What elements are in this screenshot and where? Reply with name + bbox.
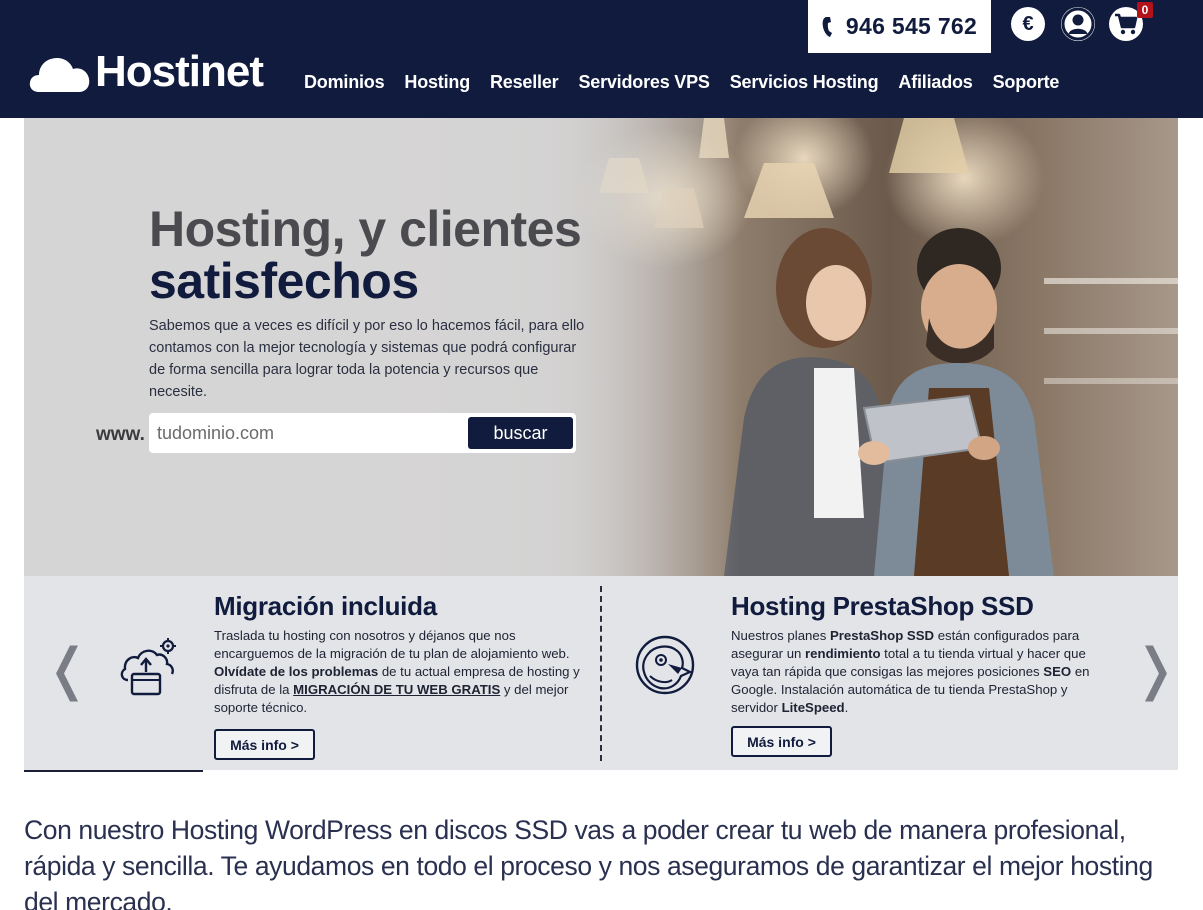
nav-item-dominios[interactable]: Dominios: [304, 72, 385, 93]
cart-icon: [1115, 13, 1138, 35]
feature-body-migracion: Traslada tu hosting con nosotros y déjan…: [214, 627, 586, 717]
logo-text: Hostinet: [95, 47, 264, 96]
carousel-next-arrow-icon[interactable]: ❭: [1132, 642, 1179, 698]
cart-count-badge: 0: [1137, 2, 1153, 18]
hero-description: Sabemos que a veces es difícil y por eso…: [149, 318, 585, 400]
site-header: 946 545 762 € 0 Hostinet Dominios Hostin…: [0, 0, 1203, 118]
body-bold-text: LiteSpeed: [781, 700, 845, 715]
feature-title-prestashop: Hosting PrestaShop SSD: [731, 591, 1034, 621]
phone-contact[interactable]: 946 545 762: [808, 0, 991, 53]
hero-title-line-2: satisfechos: [149, 253, 419, 309]
site-logo[interactable]: Hostinet: [29, 47, 264, 96]
feature-title-migracion: Migración incluida: [214, 591, 437, 621]
hero-title-line-1: Hosting, y clientes: [149, 201, 582, 257]
nav-item-servidores-vps[interactable]: Servidores VPS: [578, 72, 709, 93]
account-button[interactable]: [1061, 7, 1095, 41]
cloud-logo-icon: [29, 58, 90, 92]
carousel-prev-arrow-icon[interactable]: ❬: [44, 642, 91, 698]
feature-divider: [600, 586, 602, 761]
domain-prefix: www.: [96, 424, 145, 445]
main-nav: Dominios Hosting Reseller Servidores VPS…: [304, 72, 1059, 93]
body-bold-text: SEO: [1043, 664, 1072, 679]
more-info-button-migracion[interactable]: Más info >: [214, 729, 315, 760]
cloud-migration-icon: [120, 638, 176, 696]
user-icon: [1061, 7, 1095, 41]
phone-number: 946 545 762: [845, 13, 978, 39]
puffin-icon: [635, 635, 695, 695]
domain-search-box: buscar: [149, 413, 576, 453]
wordpress-hosting-tagline: Con nuestro Hosting WordPress en discos …: [24, 815, 1153, 910]
search-button[interactable]: buscar: [468, 417, 573, 449]
body-text: Nuestros planes: [731, 628, 830, 643]
nav-item-afiliados[interactable]: Afiliados: [898, 72, 972, 93]
body-bold-text: PrestaShop SSD: [829, 628, 935, 643]
more-info-button-prestashop[interactable]: Más info >: [731, 726, 832, 757]
carousel-active-indicator: [24, 770, 203, 772]
euro-icon: €: [1022, 12, 1034, 35]
body-text: Traslada tu hosting con nosotros y déjan…: [214, 628, 570, 661]
body-text: .: [844, 700, 849, 715]
nav-item-servicios-hosting[interactable]: Servicios Hosting: [730, 72, 879, 93]
nav-item-hosting[interactable]: Hosting: [404, 72, 470, 93]
feature-body-prestashop: Nuestros planes PrestaShop SSD están con…: [731, 627, 1103, 717]
currency-button[interactable]: €: [1011, 7, 1045, 41]
phone-icon: [822, 16, 832, 37]
domain-search-input[interactable]: [157, 419, 457, 447]
nav-item-reseller[interactable]: Reseller: [490, 72, 559, 93]
nav-item-soporte[interactable]: Soporte: [993, 72, 1060, 93]
hero-banner: Hosting, y clientes satisfechos Sabemos …: [24, 118, 1178, 576]
free-migration-link[interactable]: MIGRACIÓN DE TU WEB GRATIS: [293, 682, 500, 697]
body-bold-text: rendimiento: [805, 646, 881, 661]
features-carousel: ❬ ❭ Migración incluida Traslada tu hosti…: [24, 576, 1179, 770]
body-bold-text: Olvídate de los problemas: [214, 664, 379, 679]
